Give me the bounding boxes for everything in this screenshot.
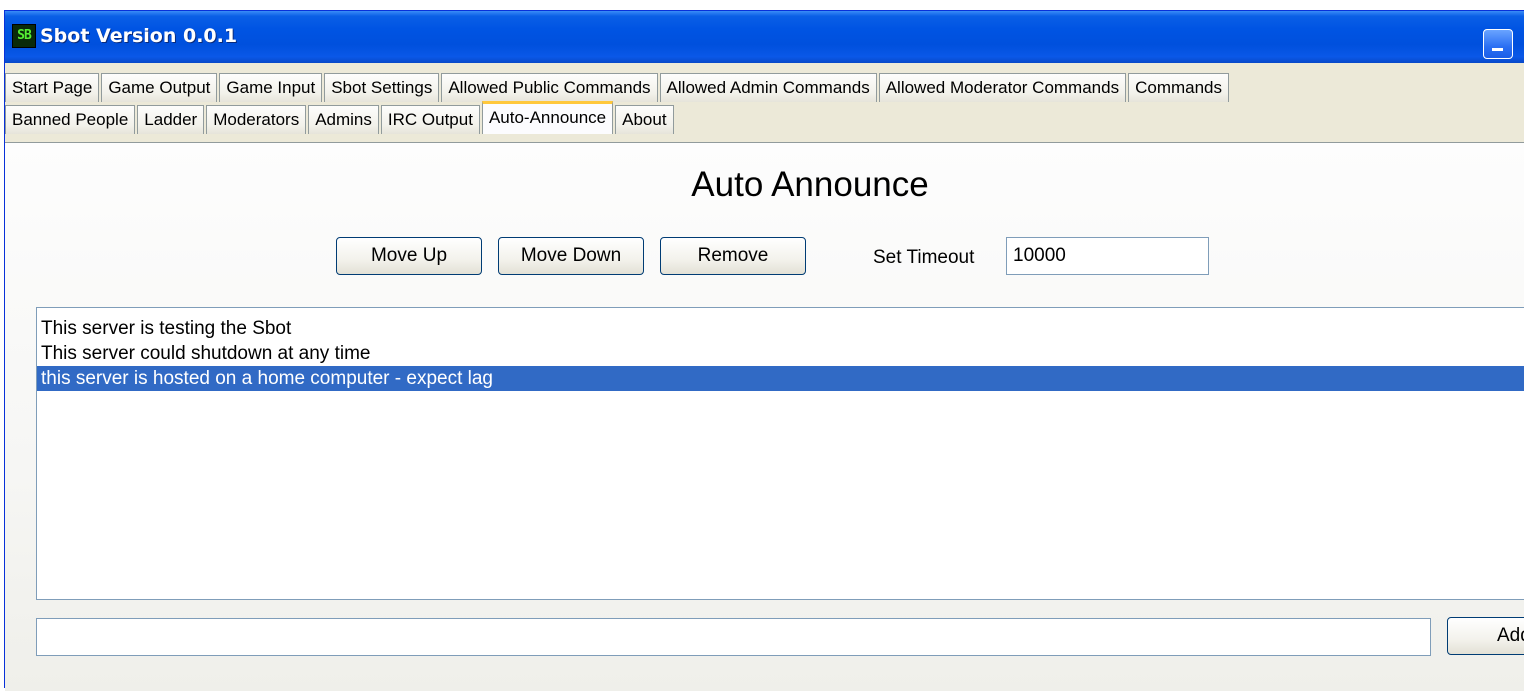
- tab-commands[interactable]: Commands: [1128, 73, 1230, 102]
- tab-about[interactable]: About: [615, 105, 674, 134]
- tab-game-input[interactable]: Game Input: [219, 73, 323, 102]
- tab-game-output[interactable]: Game Output: [101, 73, 218, 102]
- page-title: Auto Announce: [691, 165, 929, 204]
- tab-row-1: Start Page Game Output Game Input Sbot Sett…: [5, 73, 1231, 103]
- tab-allowed-moderator-commands[interactable]: Allowed Moderator Commands: [878, 73, 1127, 102]
- timeout-input[interactable]: 10000: [1006, 237, 1209, 275]
- tab-irc-output[interactable]: IRC Output: [380, 105, 480, 134]
- tab-allowed-admin-commands[interactable]: Allowed Admin Commands: [659, 73, 877, 102]
- announcement-list[interactable]: This server is testing the Sbot This ser…: [36, 307, 1524, 600]
- minimize-button[interactable]: [1483, 29, 1513, 59]
- list-item[interactable]: This server is testing the Sbot: [37, 316, 1524, 341]
- set-timeout-label: Set Timeout: [873, 247, 975, 268]
- list-item[interactable]: This server could shutdown at any time: [37, 341, 1524, 366]
- new-announcement-input[interactable]: [36, 618, 1431, 656]
- tab-ladder[interactable]: Ladder: [137, 105, 205, 134]
- tab-row-2: Banned People Ladder Moderators Admins IRC O…: [5, 101, 676, 135]
- tab-start-page[interactable]: Start Page: [5, 73, 100, 102]
- app-icon: SB: [12, 24, 36, 48]
- title-bar[interactable]: SB Sbot Version 0.0.1: [5, 11, 1524, 63]
- tab-strip: Start Page Game Output Game Input Sbot Sett…: [5, 63, 1524, 143]
- top-link-fragment: [0, 0, 1524, 6]
- auto-announce-panel: Auto Announce Move Up Move Down Remove S…: [5, 142, 1524, 691]
- list-item-selected[interactable]: this server is hosted on a home computer…: [37, 366, 1524, 391]
- tab-sbot-settings[interactable]: Sbot Settings: [324, 73, 440, 102]
- window-title: Sbot Version 0.0.1: [40, 25, 238, 47]
- move-down-button[interactable]: Move Down: [498, 237, 644, 275]
- move-up-button[interactable]: Move Up: [336, 237, 482, 275]
- tab-auto-announce[interactable]: Auto-Announce: [481, 101, 614, 134]
- add-button[interactable]: Add: [1447, 617, 1524, 655]
- remove-button[interactable]: Remove: [660, 237, 806, 275]
- tab-allowed-public-commands[interactable]: Allowed Public Commands: [441, 73, 658, 102]
- tab-banned-people[interactable]: Banned People: [5, 105, 136, 134]
- app-window: SB Sbot Version 0.0.1 Start Page Game Out…: [4, 10, 1524, 691]
- tab-admins[interactable]: Admins: [308, 105, 379, 134]
- tab-moderators[interactable]: Moderators: [206, 105, 307, 134]
- minimize-icon: [1492, 48, 1503, 51]
